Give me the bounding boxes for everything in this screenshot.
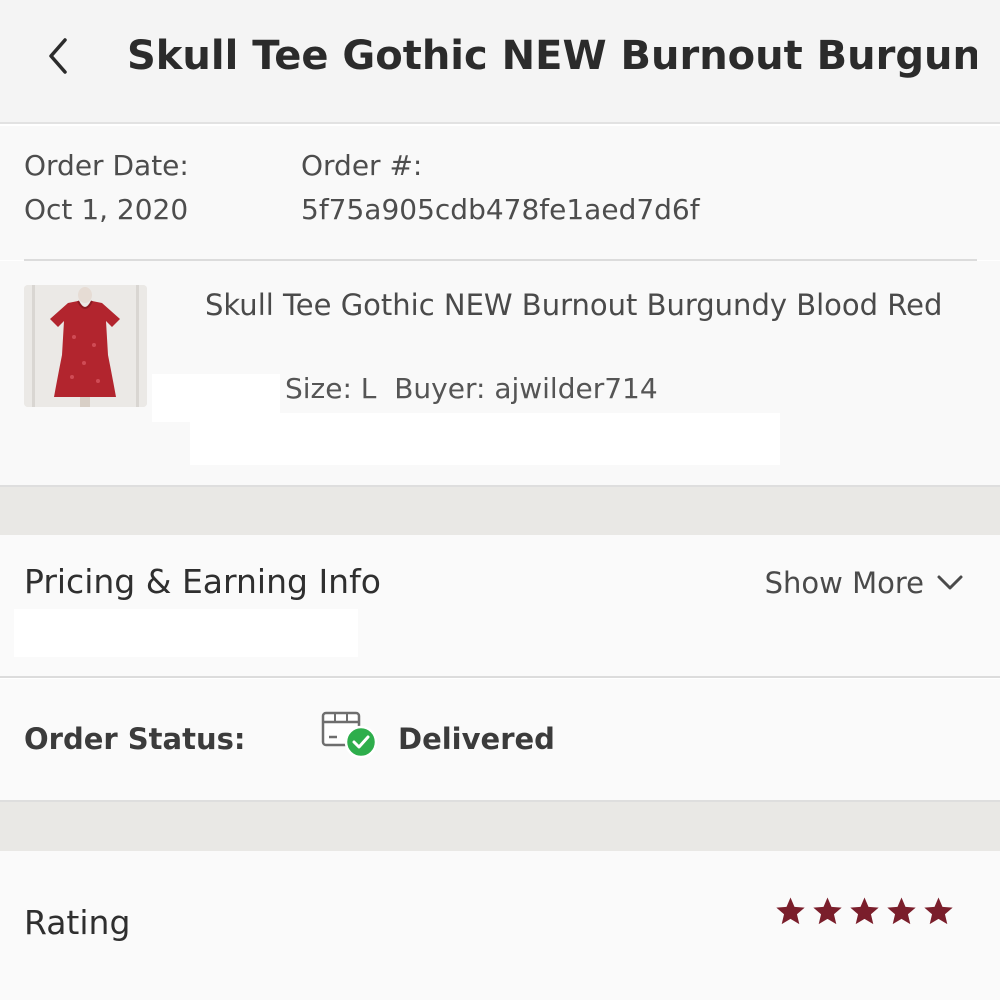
show-more-button[interactable]: Show More xyxy=(765,563,964,603)
order-status-value: Delivered xyxy=(398,722,555,756)
chevron-left-icon xyxy=(49,38,67,74)
rating-section: Rating xyxy=(0,851,1000,1000)
rating-label: Rating xyxy=(24,903,131,942)
section-spacer xyxy=(0,485,1000,535)
star-icon xyxy=(813,897,842,925)
item-meta: Size: L Buyer: ajwilder714 xyxy=(285,372,658,405)
chevron-down-icon xyxy=(937,575,963,590)
item-thumbnail[interactable] xyxy=(24,285,147,407)
redacted-area xyxy=(14,609,358,657)
order-date-label: Order Date: xyxy=(24,149,189,182)
delivered-box-icon xyxy=(320,707,380,761)
order-status-label: Order Status: xyxy=(24,722,246,756)
section-spacer xyxy=(0,800,1000,851)
order-info-section: Order Date: Oct 1, 2020 Order #: 5f75a90… xyxy=(0,126,1000,260)
star-icon xyxy=(924,897,953,925)
pricing-section: Pricing & Earning Info Show More xyxy=(0,535,1000,678)
star-icon xyxy=(776,897,805,925)
page-title: Skull Tee Gothic NEW Burnout Burgund... xyxy=(127,33,977,79)
top-bar: Skull Tee Gothic NEW Burnout Burgund... xyxy=(0,0,1000,124)
pricing-title: Pricing & Earning Info xyxy=(24,562,381,601)
back-button[interactable] xyxy=(30,28,86,84)
star-icon xyxy=(850,897,879,925)
redacted-area xyxy=(190,413,780,465)
item-section[interactable]: Skull Tee Gothic NEW Burnout Burgundy Bl… xyxy=(0,261,1000,485)
order-number-label: Order #: xyxy=(301,149,423,182)
order-number-value: 5f75a905cdb478fe1aed7d6f xyxy=(301,193,700,226)
item-title[interactable]: Skull Tee Gothic NEW Burnout Burgundy Bl… xyxy=(205,283,965,327)
rating-stars xyxy=(774,895,955,928)
show-more-label: Show More xyxy=(764,566,924,600)
shirt-image xyxy=(24,285,147,407)
order-status-section: Order Status: Delivered xyxy=(0,679,1000,800)
order-date-value: Oct 1, 2020 xyxy=(24,193,189,226)
star-icon xyxy=(887,897,916,925)
